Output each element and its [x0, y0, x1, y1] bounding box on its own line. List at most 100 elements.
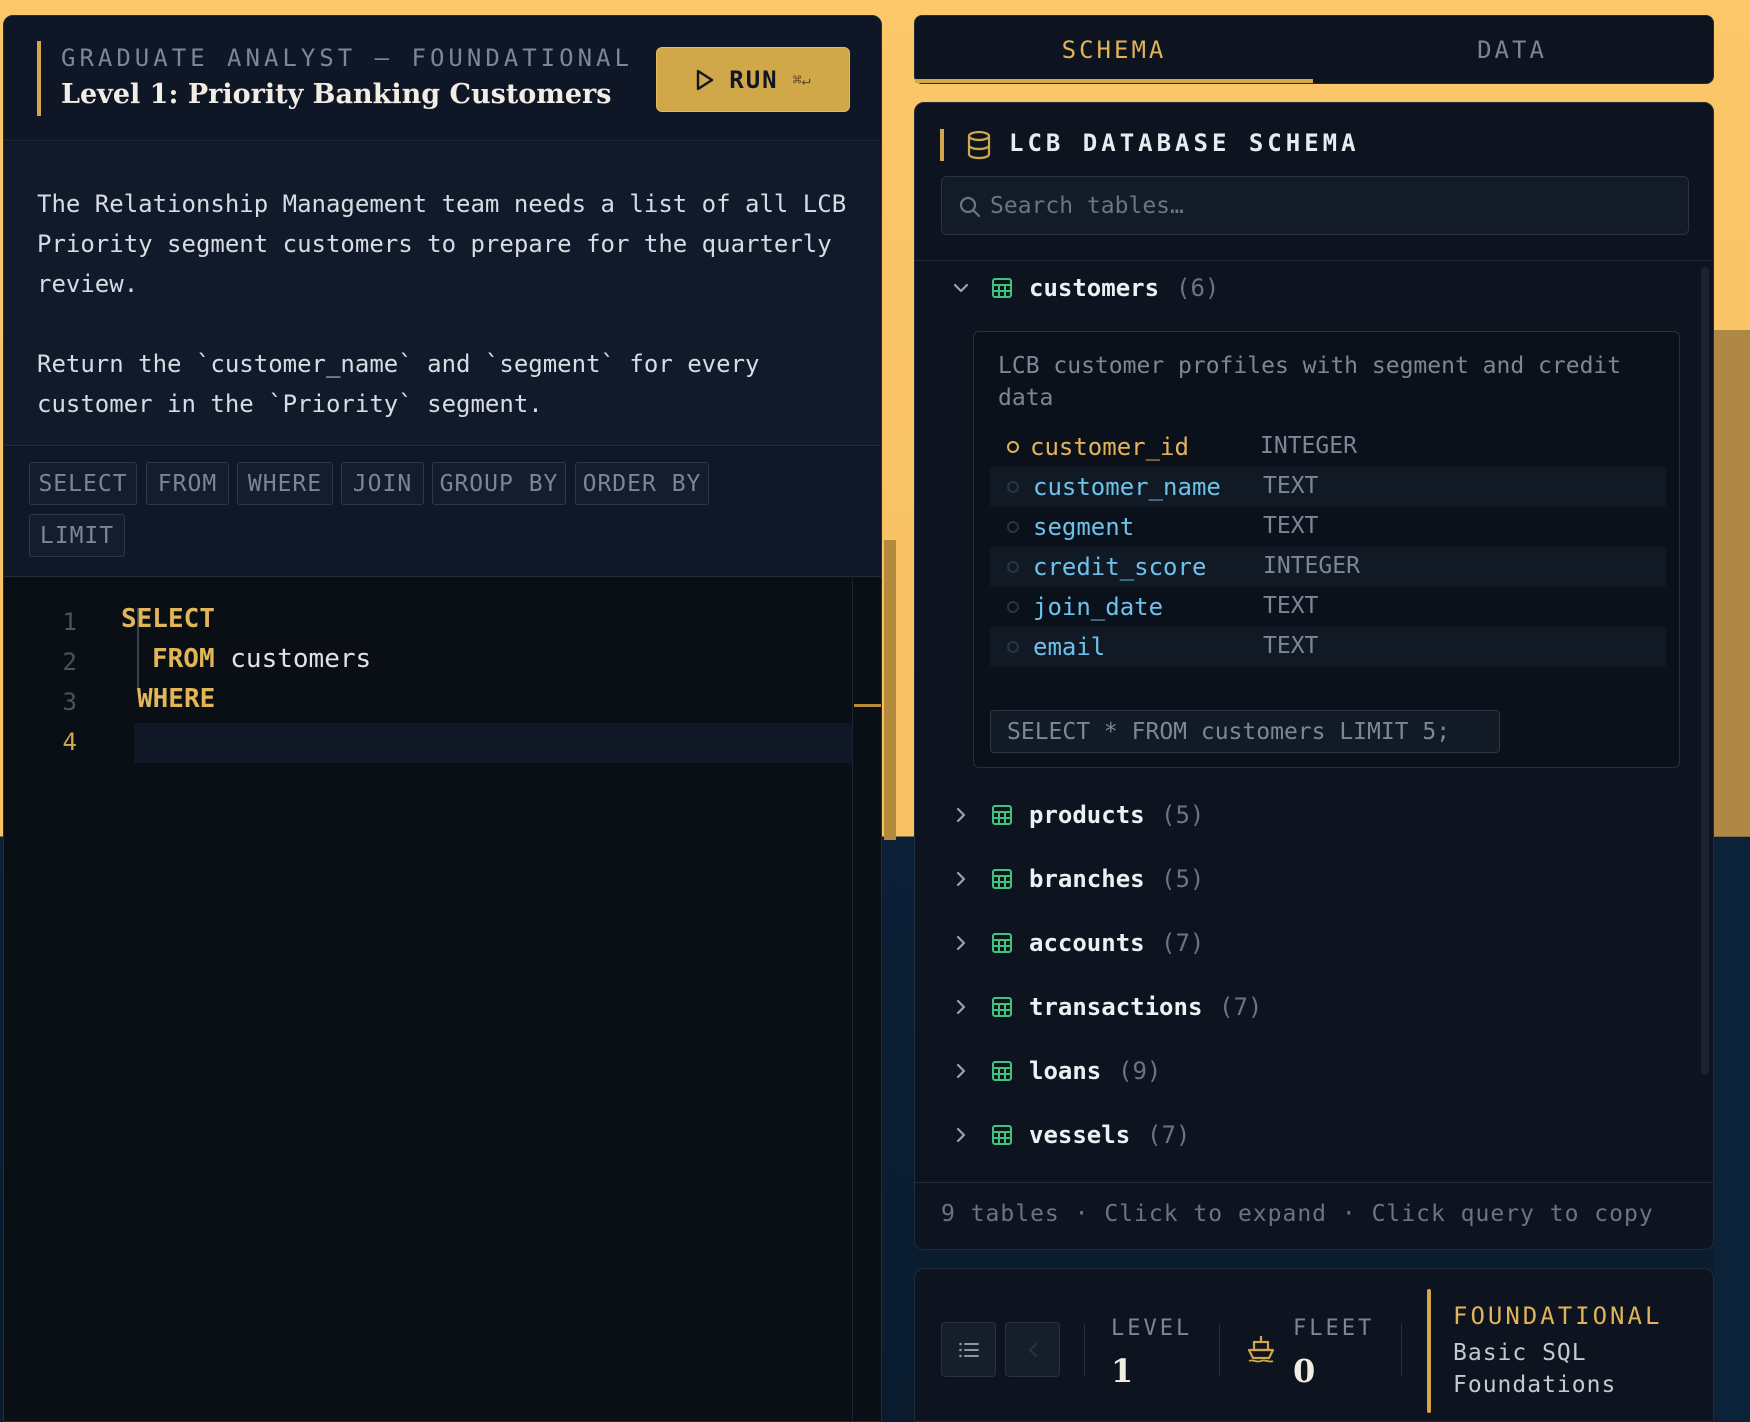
- tier-label: FOUNDATIONAL: [1453, 1302, 1663, 1330]
- column-type: TEXT: [1263, 513, 1319, 539]
- line-number: 2: [62, 648, 77, 676]
- chevron-down-icon: [953, 283, 969, 293]
- table-grid-icon: [992, 933, 1012, 953]
- column-type: INTEGER: [1263, 553, 1360, 579]
- divider: [915, 260, 1713, 261]
- accent-bar: [940, 129, 944, 161]
- table-row-count: (5): [1161, 865, 1205, 893]
- table-row-customers[interactable]: customers (6): [915, 266, 1695, 310]
- background-shape: [884, 540, 896, 840]
- previous-level-button[interactable]: [1005, 1322, 1060, 1377]
- tier-description: Basic SQL Foundations: [1453, 1340, 1617, 1398]
- table-name: products: [1029, 801, 1145, 829]
- table-detail: LCB customer profiles with segment and c…: [973, 331, 1680, 768]
- table-name: loans: [1029, 1057, 1102, 1085]
- description-paragraph: The Relationship Management team needs a…: [37, 190, 847, 298]
- column-dot-icon: [1007, 601, 1019, 613]
- table-row-vessels[interactable]: vessels (7): [915, 1113, 1695, 1157]
- table-name: customers: [1029, 274, 1160, 302]
- current-line-highlight: [134, 723, 852, 763]
- level-value: 1: [1111, 1352, 1134, 1390]
- column-name: customer_id: [1030, 433, 1189, 461]
- column-dot-icon: [1007, 521, 1019, 533]
- chevron-right-icon: [956, 1063, 966, 1079]
- run-shortcut: ⌘↵: [792, 70, 811, 89]
- line-number-active: 4: [62, 728, 77, 756]
- keyword-chip-join[interactable]: JOIN: [341, 462, 424, 505]
- column-type: TEXT: [1263, 633, 1319, 659]
- column-row: customer_id INTEGER: [990, 427, 1666, 467]
- database-icon: [967, 130, 991, 160]
- column-row: credit_score INTEGER: [990, 547, 1666, 587]
- table-name: transactions: [1029, 993, 1203, 1021]
- column-type: TEXT: [1263, 473, 1319, 499]
- tab-data[interactable]: DATA: [1313, 16, 1711, 83]
- table-row-loans[interactable]: loans (9): [915, 1049, 1695, 1093]
- keyword-chip-limit[interactable]: LIMIT: [29, 514, 125, 557]
- divider: [1401, 1324, 1402, 1376]
- table-row-products[interactable]: products (5): [915, 793, 1695, 837]
- challenge-kicker: GRADUATE ANALYST — FOUNDATIONAL: [61, 44, 633, 72]
- table-row-count: (7): [1161, 929, 1205, 957]
- line-number: 1: [62, 608, 77, 636]
- table-name: branches: [1029, 865, 1145, 893]
- keyword-chip-group-by[interactable]: GROUP BY: [432, 462, 566, 505]
- column-row: email TEXT: [990, 627, 1666, 667]
- column-dot-icon: [1007, 641, 1019, 653]
- code-line[interactable]: WHERE: [137, 684, 215, 714]
- challenge-panel: GRADUATE ANALYST — FOUNDATIONAL Level 1:…: [3, 15, 882, 1422]
- divider: [1219, 1324, 1220, 1376]
- table-grid-icon: [992, 1125, 1012, 1145]
- chevron-right-icon: [956, 935, 966, 951]
- background-shape: [1713, 837, 1750, 1422]
- sql-keyword: SELECT: [121, 604, 215, 634]
- table-name: accounts: [1029, 929, 1145, 957]
- code-line[interactable]: FROM customers: [152, 644, 371, 674]
- sql-text: customers: [214, 644, 372, 674]
- keyword-chip-where[interactable]: WHERE: [237, 462, 333, 505]
- level-list-button[interactable]: [941, 1322, 996, 1377]
- list-icon: [959, 1342, 979, 1358]
- keyword-chip-select[interactable]: SELECT: [29, 462, 137, 505]
- run-button[interactable]: RUN ⌘↵: [656, 47, 850, 112]
- panel-tabs: SCHEMA DATA: [914, 15, 1714, 84]
- play-icon: [697, 69, 714, 90]
- sample-query-button[interactable]: SELECT * FROM customers LIMIT 5;: [990, 710, 1500, 753]
- table-grid-icon: [992, 997, 1012, 1017]
- challenge-title: Level 1: Priority Banking Customers: [61, 79, 612, 110]
- search-input[interactable]: [990, 177, 1680, 234]
- table-row-transactions[interactable]: transactions (7): [915, 985, 1695, 1029]
- chevron-right-icon: [956, 871, 966, 887]
- table-row-accounts[interactable]: accounts (7): [915, 921, 1695, 965]
- table-grid-icon: [992, 1061, 1012, 1081]
- sql-editor[interactable]: 1 2 3 4 SELECT FROM customers WHERE: [4, 578, 881, 1421]
- table-search: [941, 176, 1689, 235]
- cursor-marker: [854, 704, 881, 707]
- accent-bar: [1427, 1289, 1431, 1413]
- chevron-left-icon: [1028, 1342, 1038, 1358]
- chevron-right-icon: [956, 999, 966, 1015]
- sql-keyword: FROM: [152, 644, 215, 674]
- fleet-value: 0: [1293, 1352, 1316, 1390]
- column-name: segment: [1033, 513, 1135, 541]
- schema-footer-text: 9 tables · Click to expand · Click query…: [941, 1201, 1654, 1227]
- column-name: join_date: [1033, 593, 1164, 621]
- schema-scrollbar[interactable]: [1701, 267, 1709, 1075]
- column-name: email: [1033, 633, 1106, 661]
- column-name: credit_score: [1033, 553, 1207, 581]
- editor-scrollbar[interactable]: [852, 578, 853, 1421]
- schema-panel: LCB DATABASE SCHEMA customers (6) LCB cu…: [914, 102, 1714, 1250]
- divider: [1084, 1324, 1085, 1376]
- column-row: customer_name TEXT: [990, 467, 1666, 507]
- code-line[interactable]: SELECT: [121, 604, 215, 634]
- primary-key-icon: [1007, 441, 1019, 453]
- column-type: INTEGER: [1260, 433, 1357, 459]
- ship-icon: [1247, 1336, 1275, 1363]
- keyword-bar: SELECT FROM WHERE JOIN GROUP BY ORDER BY…: [4, 447, 881, 577]
- table-row-branches[interactable]: branches (5): [915, 857, 1695, 901]
- keyword-chip-order-by[interactable]: ORDER BY: [575, 462, 709, 505]
- table-row-count: (9): [1118, 1057, 1162, 1085]
- tab-schema[interactable]: SCHEMA: [915, 16, 1313, 83]
- keyword-chip-from[interactable]: FROM: [146, 462, 229, 505]
- column-dot-icon: [1007, 481, 1019, 493]
